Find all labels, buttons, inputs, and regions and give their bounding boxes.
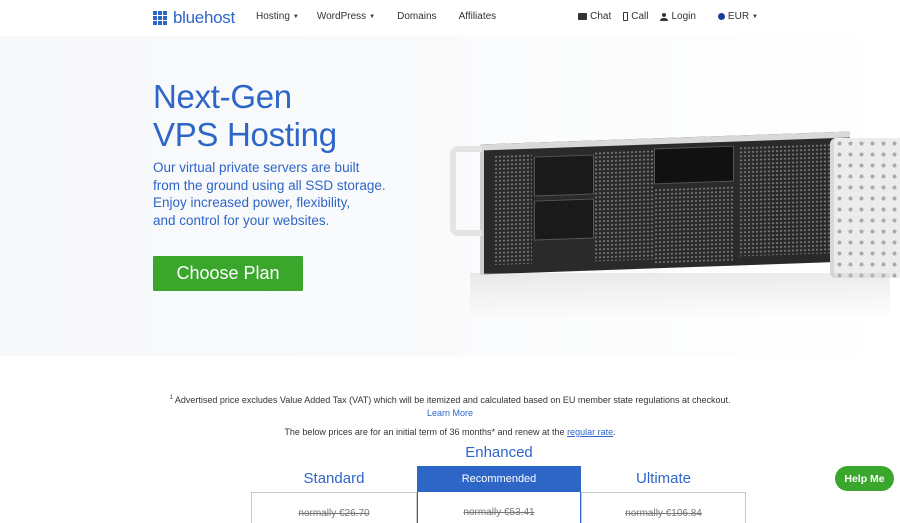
currency-selector[interactable]: EUR ▼ (717, 11, 758, 22)
hero-title-line1: Next-Gen (153, 78, 292, 115)
server-image (440, 98, 900, 318)
regular-rate-link[interactable]: regular rate (567, 427, 613, 437)
hero-subtitle: Our virtual private servers are built fr… (153, 159, 393, 229)
hero-subtitle-line4: and control for your websites. (153, 212, 330, 228)
nav-wordpress-label: WordPress (316, 11, 367, 22)
hero-subtitle-line2: from the ground using all SSD storage. (153, 177, 386, 193)
site-header: bluehost Hosting ▼ WordPress ▼ Domains A… (0, 0, 900, 36)
nav-domains[interactable]: Domains (397, 11, 436, 22)
nav-affiliates-label: Affiliates (458, 11, 497, 22)
old-price-enhanced: normally €53.41 (463, 507, 535, 518)
plan-card-standard: normally €26.70 (251, 492, 417, 523)
old-price-ultimate: normally €106.84 (625, 508, 702, 519)
chat-link[interactable]: Chat (578, 11, 611, 22)
help-me-button[interactable]: Help Me (835, 466, 894, 491)
plan-card-enhanced: normally €53.41 (417, 492, 581, 523)
recommended-badge: Recommended (417, 466, 581, 492)
term-note-text: The below prices are for an initial term… (284, 427, 565, 437)
footnote-marker: 1 (169, 395, 173, 401)
call-label: Call (631, 11, 649, 22)
server-side-panel (830, 138, 900, 278)
chat-label: Chat (590, 11, 612, 22)
plan-enhanced: Recommended normally €53.41 (417, 466, 581, 523)
main-nav: Hosting ▼ WordPress ▼ Domains Affiliates (256, 11, 514, 22)
chevron-down-icon: ▼ (752, 13, 758, 20)
utility-nav: Chat Call Login EUR ▼ (566, 11, 758, 22)
call-link[interactable]: Call (623, 11, 648, 22)
nav-wordpress[interactable]: WordPress ▼ (317, 11, 375, 22)
plan-standard: Standard normally €26.70 (251, 466, 417, 523)
term-note-suffix: . (613, 427, 616, 437)
login-link[interactable]: Login (660, 11, 696, 22)
old-price-standard: normally €26.70 (298, 508, 370, 519)
learn-more-link[interactable]: Learn More (0, 408, 900, 418)
chevron-down-icon: ▼ (292, 13, 299, 20)
choose-plan-button[interactable]: Choose Plan (153, 256, 303, 291)
learn-more-label: Learn More (426, 408, 474, 418)
server-reflection (470, 273, 890, 318)
logo-grid-icon (153, 11, 167, 25)
hero-subtitle-line3: Enjoy increased power, flexibility, (153, 195, 351, 211)
bluehost-logo[interactable]: bluehost (153, 8, 235, 28)
server-chassis (480, 131, 850, 275)
nav-hosting[interactable]: Hosting ▼ (256, 11, 299, 22)
nav-affiliates[interactable]: Affiliates (459, 11, 497, 22)
term-note: The below prices are for an initial term… (0, 427, 900, 437)
plan-name-standard: Standard (303, 470, 365, 487)
plan-card-ultimate: normally €106.84 (581, 492, 746, 523)
hero-title: Next-Gen VPS Hosting (153, 78, 337, 154)
hero-title-line2: VPS Hosting (153, 116, 337, 153)
plan-ultimate: Ultimate normally €106.84 (581, 466, 746, 523)
plan-name-ultimate: Ultimate (635, 470, 691, 487)
vat-note: 1 Advertised price excludes Value Added … (0, 395, 900, 405)
chevron-down-icon: ▼ (369, 13, 376, 20)
logo-text: bluehost (173, 8, 235, 27)
phone-icon (623, 12, 629, 21)
nav-domains-label: Domains (397, 11, 437, 22)
login-label: Login (671, 11, 696, 22)
hero-subtitle-line1: Our virtual private servers are built (153, 160, 360, 175)
eu-flag-icon (717, 13, 725, 20)
nav-hosting-label: Hosting (256, 11, 290, 22)
plan-name-enhanced: Enhanced (465, 444, 533, 461)
chat-icon (578, 13, 588, 20)
user-icon (660, 12, 669, 21)
currency-label: EUR (727, 11, 750, 22)
vat-note-text: Advertised price excludes Value Added Ta… (174, 395, 731, 405)
